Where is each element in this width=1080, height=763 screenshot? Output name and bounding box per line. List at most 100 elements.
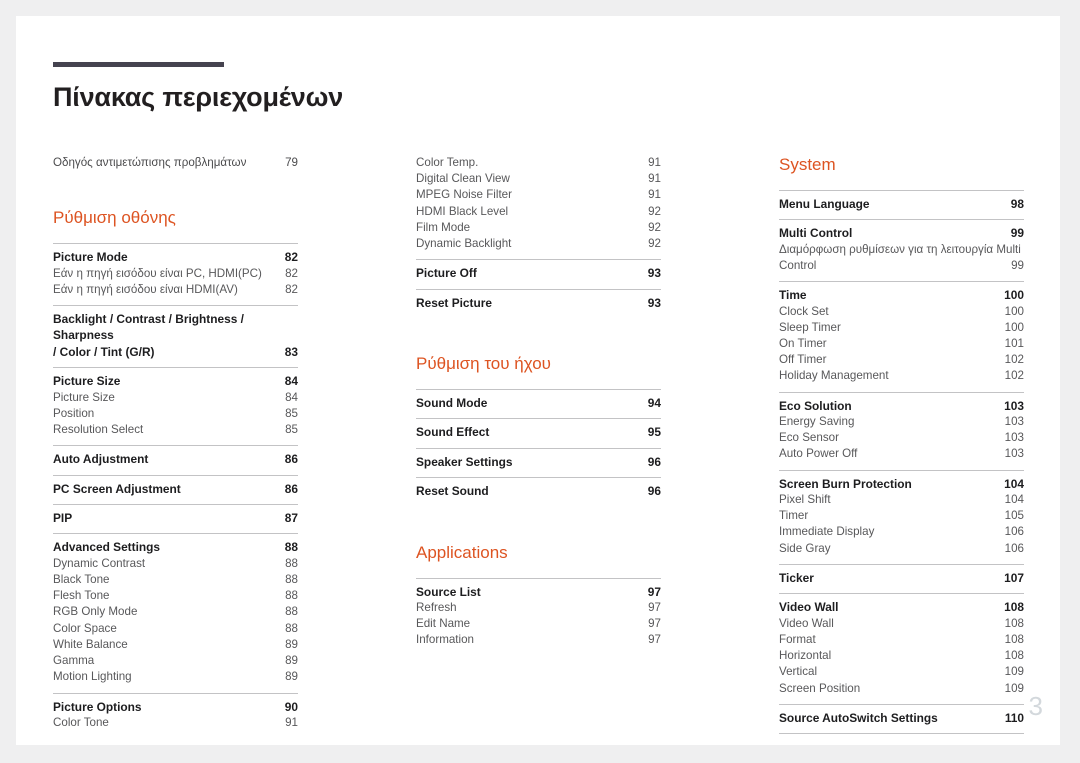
toc-sub-entry[interactable]: Horizontal 108 [779,648,1024,664]
toc-group-heading[interactable]: Source List 97 [416,584,661,600]
toc-entry-page: 110 [1004,710,1024,725]
toc-group-heading[interactable]: Multi Control 99 [779,225,1024,241]
toc-sub-entry[interactable]: Motion Lighting 89 [53,669,298,685]
toc-sub-entry[interactable]: Dynamic Backlight 92 [416,236,661,252]
toc-sub-entry[interactable]: Position 85 [53,406,298,422]
toc-group-heading[interactable]: Advanced Settings 88 [53,539,298,555]
toc-entry-label: Eco Sensor [779,431,839,445]
toc-group-heading[interactable]: Picture Mode 82 [53,249,298,265]
toc-group-heading[interactable]: Reset Sound 96 [416,483,661,499]
section-heading: System [779,155,836,174]
toc-sub-entry[interactable]: Energy Saving 103 [779,414,1024,430]
toc-sub-entry[interactable]: Black Tone 88 [53,572,298,588]
toc-sub-entry[interactable]: Gamma 89 [53,653,298,669]
page-title: Πίνακας περιεχομένων [53,82,344,112]
toc-entry-page: 108 [1004,616,1024,630]
toc-entry-page: 84 [284,374,298,389]
toc-group-heading[interactable]: Screen Burn Protection 104 [779,476,1024,492]
toc-sub-entry[interactable]: Information 97 [416,632,661,648]
toc-sub-entry[interactable]: RGB Only Mode 88 [53,604,298,620]
toc-group-heading[interactable]: Picture Options 90 [53,699,298,715]
toc-sub-entry[interactable]: Format 108 [779,632,1024,648]
toc-group: Picture Mode 82 Εάν η πηγή εισόδου είναι P… [53,243,298,305]
toc-entry-label: Screen Position [779,681,861,695]
toc-group-heading[interactable]: Sound Mode 94 [416,395,661,411]
toc-group-heading[interactable]: Video Wall 108 [779,599,1024,615]
toc-sub-entry[interactable]: Picture Size 84 [53,390,298,406]
toc-sub-entry[interactable]: Refresh 97 [416,600,661,616]
toc-entry-label: Ticker [779,570,814,585]
toc-entry-label: Vertical [779,665,818,679]
toc-sub-entry[interactable]: On Timer 101 [779,336,1024,352]
toc-group-heading[interactable]: Speaker Settings 96 [416,454,661,470]
toc-sub-entry[interactable]: Διαμόρφωση ρυθμίσεων για τη λειτουργία M… [779,242,1024,274]
toc-sub-entry[interactable]: Film Mode 92 [416,220,661,236]
toc-sub-entry[interactable]: Dynamic Contrast 88 [53,556,298,572]
toc-entry-label: Auto Power Off [779,447,858,461]
toc-sub-entry[interactable]: Digital Clean View 91 [416,171,661,187]
toc-group: Screen Burn Protection 104 Pixel Shift 104 T… [779,469,1024,564]
document-page: Πίνακας περιεχομένων Οδηγός αντιμετώπιση… [16,16,1060,745]
toc-group: Source AutoSwitch Settings 110 [779,703,1024,735]
toc-entry-page: 88 [285,621,298,635]
toc-entry-page: 98 [1010,197,1024,211]
toc-sub-entry[interactable]: MPEG Noise Filter 91 [416,187,661,203]
toc-sub-entry[interactable]: Vertical 109 [779,664,1024,680]
toc-sub-entry[interactable]: Edit Name 97 [416,616,661,632]
toc-entry-label: Black Tone [53,573,110,587]
toc-sub-entry[interactable]: Timer 105 [779,508,1024,524]
toc-sub-entry[interactable]: Color Temp. 91 [416,155,661,171]
toc-group-heading[interactable]: Eco Solution 103 [779,398,1024,414]
toc-entry-label: Gamma [53,654,95,668]
toc-group-heading[interactable]: Picture Size 84 [53,373,298,389]
toc-group-heading[interactable]: PIP 87 [53,510,298,526]
toc-sub-entry[interactable]: Off Timer 102 [779,352,1024,368]
toc-group-heading[interactable]: Ticker 107 [779,570,1024,586]
toc-sub-entry[interactable]: Immediate Display 106 [779,524,1024,540]
toc-sub-entry[interactable]: Flesh Tone 88 [53,588,298,604]
toc-entry-page: 103 [1004,415,1024,429]
toc-group-heading[interactable]: Menu Language 98 [779,196,1024,212]
toc-sub-entry[interactable]: Εάν η πηγή εισόδου είναι PC, HDMI(PC) 82 [53,266,298,282]
toc-group-heading[interactable]: Backlight / Contrast / Brightness / Shar… [53,311,298,360]
toc-sub-entry[interactable]: Sleep Timer 100 [779,320,1024,336]
toc-entry-page: 106 [1004,541,1024,555]
toc-group-heading[interactable]: PC Screen Adjustment 86 [53,481,298,497]
toc-group-heading[interactable]: Time 100 [779,287,1024,303]
section-heading-spacer [416,563,661,578]
toc-group-heading[interactable]: Reset Picture 93 [416,295,661,311]
toc-group-heading[interactable]: Source AutoSwitch Settings 110 [779,710,1024,726]
toc-entry-page: 94 [647,396,661,411]
toc-sub-entry[interactable]: Video Wall 108 [779,616,1024,632]
toc-sub-entry[interactable]: Side Gray 106 [779,541,1024,557]
toc-sub-entry[interactable]: Auto Power Off 103 [779,446,1024,462]
toc-entry-page: 91 [648,188,661,202]
toc-group-heading[interactable]: Auto Adjustment 86 [53,451,298,467]
toc-sub-entry[interactable]: Color Tone 91 [53,715,298,731]
toc-sub-entry[interactable]: Resolution Select 85 [53,422,298,438]
toc-entry-label-continued: Control 99 [779,258,1024,274]
toc-group-heading[interactable]: Sound Effect 95 [416,424,661,440]
toc-group: Reset Sound 96 [416,477,661,506]
toc-sub-entry[interactable]: Pixel Shift 104 [779,492,1024,508]
toc-entry-page: 102 [1004,369,1024,383]
toc-sub-entry[interactable]: Εάν η πηγή εισόδου είναι HDMI(AV) 82 [53,282,298,298]
toc-entry[interactable]: Οδηγός αντιμετώπισης προβλημάτων 79 [53,155,298,171]
toc-sub-entry[interactable]: White Balance 89 [53,637,298,653]
toc-sub-entry[interactable]: Screen Position 109 [779,681,1024,697]
toc-entry-label: Dynamic Contrast [53,556,146,570]
toc-sub-entry[interactable]: Holiday Management 102 [779,368,1024,384]
toc-entry-label: Dynamic Backlight [416,237,512,251]
toc-entry-page: 86 [284,452,298,467]
toc-entry-label: Speaker Settings [416,454,513,469]
toc-group-heading[interactable]: Picture Off 93 [416,265,661,281]
toc-sub-entry[interactable]: Eco Sensor 103 [779,430,1024,446]
toc-sub-entry[interactable]: Color Space 88 [53,621,298,637]
toc-entry-label: Off Timer [779,353,827,367]
toc-entry-page: 97 [648,633,661,647]
toc-sub-entry[interactable]: Clock Set 100 [779,304,1024,320]
toc-sub-entry[interactable]: HDMI Black Level 92 [416,204,661,220]
toc-entry-page: 92 [648,204,661,218]
section-heading: Ρύθμιση του ήχου [416,354,551,374]
